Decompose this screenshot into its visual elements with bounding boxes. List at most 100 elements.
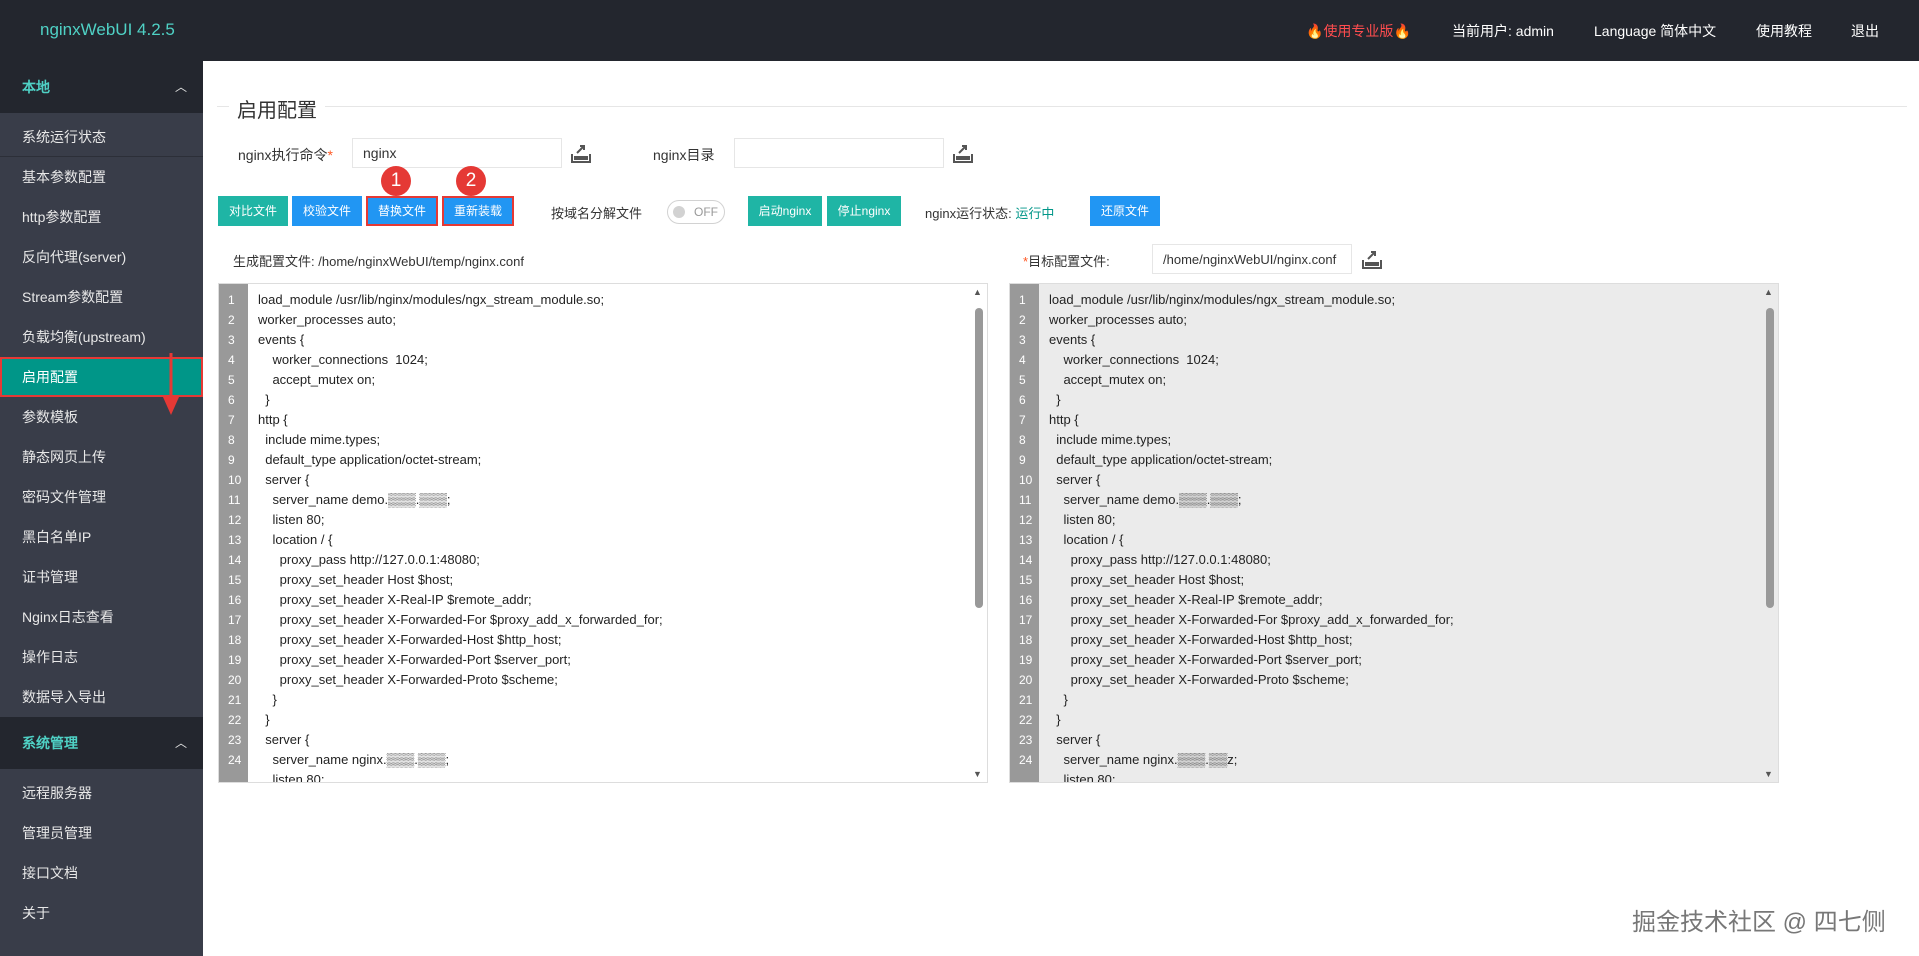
top-header: nginxWebUI 4.2.5 🔥使用专业版🔥 当前用户: admin Lan… xyxy=(0,0,1919,61)
line-code: proxy_pass http://127.0.0.1:48080; xyxy=(1049,552,1271,567)
verify-file-button[interactable]: 校验文件 xyxy=(292,196,362,226)
line-code: server_name nginx.▒▒▒.▒▒▒; xyxy=(258,752,450,767)
scroll-up-icon[interactable]: ▲ xyxy=(973,287,982,297)
editor-scrollbar[interactable]: ▲ ▼ xyxy=(1761,284,1778,782)
sidebar-item-api-docs[interactable]: 接口文档 xyxy=(0,853,203,893)
code-line: 8 include mime.types; xyxy=(1010,430,1760,450)
replace-file-button[interactable]: 替换文件 xyxy=(366,196,438,226)
generated-config-editor[interactable]: 1 load_module /usr/lib/nginx/modules/ngx_… xyxy=(218,283,988,783)
scroll-up-icon[interactable]: ▲ xyxy=(1764,287,1773,297)
editor-scrollbar[interactable]: ▲ ▼ xyxy=(970,284,987,782)
line-number: 10 xyxy=(1019,473,1033,487)
sidebar-item-admin-management[interactable]: 管理员管理 xyxy=(0,813,203,853)
code-line: 2 worker_processes auto; xyxy=(1010,310,1760,330)
sidebar-item-password-files[interactable]: 密码文件管理 xyxy=(0,477,203,517)
red-down-arrow-icon xyxy=(163,353,179,415)
sidebar-item-upstream[interactable]: 负载均衡(upstream) xyxy=(0,317,203,357)
target-config-input[interactable] xyxy=(1152,244,1352,274)
main-content: 启用配置 nginx执行命令* nginx目录 1 2 对比文件 校验文件 替换… xyxy=(203,61,1919,956)
upload-icon[interactable] xyxy=(569,141,593,165)
line-code: default_type application/octet-stream; xyxy=(258,452,482,467)
code-line: 15 proxy_set_header Host $host; xyxy=(1010,570,1760,590)
sidebar-item-ip-list[interactable]: 黑白名单IP xyxy=(0,517,203,557)
sidebar-item-data-import-export[interactable]: 数据导入导出 xyxy=(0,677,203,717)
split-by-domain-toggle[interactable]: OFF xyxy=(667,200,725,224)
line-number: 9 xyxy=(228,453,235,467)
line-code: proxy_set_header X-Forwarded-Proto $sche… xyxy=(258,672,558,687)
split-by-domain-label: 按域名分解文件 xyxy=(551,206,643,221)
line-number: 18 xyxy=(1019,633,1033,647)
line-code: worker_processes auto; xyxy=(258,312,397,327)
line-code: } xyxy=(1049,712,1061,727)
reload-button[interactable]: 重新装载 xyxy=(442,196,514,226)
code-line: 10 server { xyxy=(1010,470,1760,490)
line-number: 19 xyxy=(228,653,242,667)
line-number: 23 xyxy=(228,733,242,747)
code-line: 1 load_module /usr/lib/nginx/modules/ngx_… xyxy=(1010,290,1760,310)
line-code: location / { xyxy=(258,532,333,547)
restore-file-button[interactable]: 还原文件 xyxy=(1090,196,1160,226)
line-code: } xyxy=(258,392,270,407)
compare-file-button[interactable]: 对比文件 xyxy=(218,196,288,226)
sidebar-item-stream-params[interactable]: Stream参数配置 xyxy=(0,277,203,317)
scrollbar-thumb[interactable] xyxy=(1766,308,1774,608)
sidebar-item-system-status[interactable]: 系统运行状态 xyxy=(0,117,203,157)
logout-link[interactable]: 退出 xyxy=(1851,21,1879,41)
line-number: 2 xyxy=(1019,313,1026,327)
upload-icon[interactable] xyxy=(951,141,975,165)
code-line: 20 proxy_set_header X-Forwarded-Proto $s… xyxy=(1010,670,1760,690)
code-line: 5 accept_mutex on; xyxy=(1010,370,1760,390)
line-number: 9 xyxy=(1019,453,1026,467)
target-config-label-text: 目标配置文件: xyxy=(1028,254,1110,269)
sidebar-item-nginx-logs[interactable]: Nginx日志查看 xyxy=(0,597,203,637)
code-line: 13 location / { xyxy=(219,530,969,550)
line-number: 17 xyxy=(1019,613,1033,627)
nginx-cmd-label: nginx执行命令* xyxy=(238,145,333,165)
scroll-down-icon[interactable]: ▼ xyxy=(1764,769,1773,779)
line-code: proxy_set_header X-Forwarded-Proto $sche… xyxy=(1049,672,1349,687)
start-nginx-button[interactable]: 启动nginx xyxy=(748,196,822,226)
sidebar-group-local[interactable]: 本地 ︿ xyxy=(0,61,203,113)
code-line: 9 default_type application/octet-stream; xyxy=(219,450,969,470)
sidebar-item-about[interactable]: 关于 xyxy=(0,893,203,933)
stop-nginx-button[interactable]: 停止nginx xyxy=(827,196,901,226)
target-config-editor[interactable]: 1 load_module /usr/lib/nginx/modules/ngx_… xyxy=(1009,283,1779,783)
line-number: 15 xyxy=(228,573,242,587)
upload-icon[interactable] xyxy=(1360,247,1384,271)
line-number: 12 xyxy=(228,513,242,527)
language-switcher[interactable]: Language 简体中文 xyxy=(1594,21,1716,41)
line-number: 19 xyxy=(1019,653,1033,667)
pro-version-link[interactable]: 🔥使用专业版🔥 xyxy=(1306,21,1411,41)
line-number: 16 xyxy=(1019,593,1033,607)
line-code: proxy_pass http://127.0.0.1:48080; xyxy=(258,552,480,567)
code-line: 24 server_name nginx.▒▒▒.▒▒z; xyxy=(1010,750,1760,770)
app-logo[interactable]: nginxWebUI 4.2.5 xyxy=(40,20,175,40)
code-line: 2 worker_processes auto; xyxy=(219,310,969,330)
sidebar-item-http-params[interactable]: http参数配置 xyxy=(0,197,203,237)
line-code: load_module /usr/lib/nginx/modules/ngx_s… xyxy=(1049,292,1396,307)
sidebar-item-remote-servers[interactable]: 远程服务器 xyxy=(0,773,203,813)
line-code: http { xyxy=(258,412,288,427)
tutorial-link[interactable]: 使用教程 xyxy=(1756,21,1812,41)
sidebar-item-static-upload[interactable]: 静态网页上传 xyxy=(0,437,203,477)
code-line: 8 include mime.types; xyxy=(219,430,969,450)
scroll-down-icon[interactable]: ▼ xyxy=(973,769,982,779)
code-line: 18 proxy_set_header X-Forwarded-Host $ht… xyxy=(1010,630,1760,650)
line-code: } xyxy=(1049,392,1061,407)
code-line: 22 } xyxy=(219,710,969,730)
line-number: 8 xyxy=(228,433,235,447)
sidebar-group-system[interactable]: 系统管理 ︿ xyxy=(0,717,203,769)
sidebar-item-reverse-proxy[interactable]: 反向代理(server) xyxy=(0,237,203,277)
sidebar-item-basic-params[interactable]: 基本参数配置 xyxy=(0,157,203,197)
code-line: 14 proxy_pass http://127.0.0.1:48080; xyxy=(219,550,969,570)
line-number: 7 xyxy=(1019,413,1026,427)
code-line: 17 proxy_set_header X-Forwarded-For $pro… xyxy=(219,610,969,630)
nginx-dir-input[interactable] xyxy=(734,138,944,168)
sidebar-item-operation-logs[interactable]: 操作日志 xyxy=(0,637,203,677)
line-code: server { xyxy=(258,472,310,487)
nginx-cmd-input[interactable] xyxy=(352,138,562,168)
code-line: 12 listen 80; xyxy=(219,510,969,530)
sidebar-item-certificates[interactable]: 证书管理 xyxy=(0,557,203,597)
code-line: 23 server { xyxy=(219,730,969,750)
scrollbar-thumb[interactable] xyxy=(975,308,983,608)
